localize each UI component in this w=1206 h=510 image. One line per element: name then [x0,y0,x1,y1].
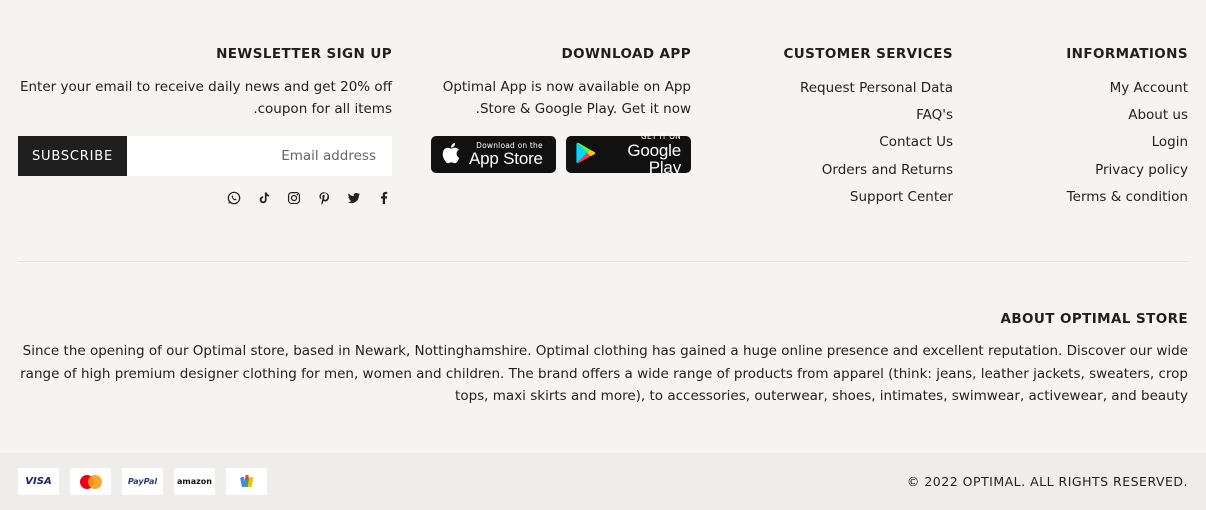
link-terms-condition[interactable]: Terms & condition [988,184,1188,211]
customer-services-title: CUSTOMER SERVICES [783,46,953,62]
visa-label: VISA [25,476,52,487]
newsletter-title: NEWSLETTER SIGN UP [216,46,392,62]
visa-icon: VISA [18,468,59,495]
mastercard-icon [70,468,111,495]
email-field[interactable] [127,136,392,176]
amazon-icon: amazon [174,468,215,495]
about-text: Since the opening of our Optimal store, … [20,343,1188,405]
informations-links: My Account About us Login Privacy policy… [988,75,1188,211]
google-wallet-icon [226,468,267,495]
informations-column: INFORMATIONS My Account About us Login P… [988,46,1188,211]
link-orders-returns[interactable]: Orders and Returns [713,157,953,184]
instagram-icon[interactable] [286,190,302,206]
link-contact-us[interactable]: Contact Us [713,129,953,156]
google-play-small-text: GET IT ON [640,132,681,142]
google-play-icon [576,142,596,168]
apple-icon [441,141,463,169]
customer-services-links: Request Personal Data FAQ's Contact Us O… [713,75,953,211]
download-app-text: Optimal App is now available on App Stor… [442,79,691,117]
copyright-text: © 2022 OPTIMAL. ALL RIGHTS RESERVED. [906,474,1188,489]
download-app-column: DOWNLOAD APP Optimal App is now availabl… [421,46,691,177]
link-faqs[interactable]: FAQ's [713,102,953,129]
store-badges: Download on the App Store GET IT ON Goog… [421,132,691,177]
about-title: ABOUT OPTIMAL STORE [1000,311,1188,327]
footer-divider [18,261,1188,262]
subscribe-button[interactable]: SUBSCRIBE [18,136,127,176]
payment-methods: VISA PayPal amazon [18,468,267,495]
app-store-badge[interactable]: Download on the App Store [431,136,556,173]
social-links [18,190,392,206]
customer-services-column: CUSTOMER SERVICES Request Personal Data … [713,46,954,211]
twitter-icon[interactable] [346,190,362,206]
google-play-big-text: Google Play [627,140,681,177]
bottom-bar: VISA PayPal amazon © 2022 OPTIMAL. ALL R… [0,453,1206,510]
link-support-center[interactable]: Support Center [713,184,953,211]
link-my-account[interactable]: My Account [988,75,1188,102]
paypal-icon: PayPal [122,468,163,495]
paypal-label: PayPal [127,477,158,486]
app-store-big-text: App Store [469,149,543,169]
footer-main: INFORMATIONS My Account About us Login P… [18,0,1188,262]
about-section: ABOUT OPTIMAL STORE Since the opening of… [18,311,1188,408]
pinterest-icon[interactable] [316,190,332,206]
link-login[interactable]: Login [988,129,1188,156]
link-request-personal-data[interactable]: Request Personal Data [713,75,953,102]
informations-title: INFORMATIONS [1066,46,1188,62]
facebook-icon[interactable] [376,190,392,206]
whatsapp-icon[interactable] [226,190,242,206]
amazon-label: amazon [177,477,212,486]
google-play-badge[interactable]: GET IT ON Google Play [566,132,691,177]
newsletter-column: NEWSLETTER SIGN UP Enter your email to r… [18,46,392,206]
tiktok-icon[interactable] [256,190,272,206]
subscribe-form: SUBSCRIBE [18,136,392,176]
download-app-title: DOWNLOAD APP [561,46,691,62]
app-store-small-text: Download on the [476,140,543,150]
link-privacy-policy[interactable]: Privacy policy [988,157,1188,184]
link-about-us[interactable]: About us [988,102,1188,129]
newsletter-text: Enter your email to receive daily news a… [19,79,392,117]
